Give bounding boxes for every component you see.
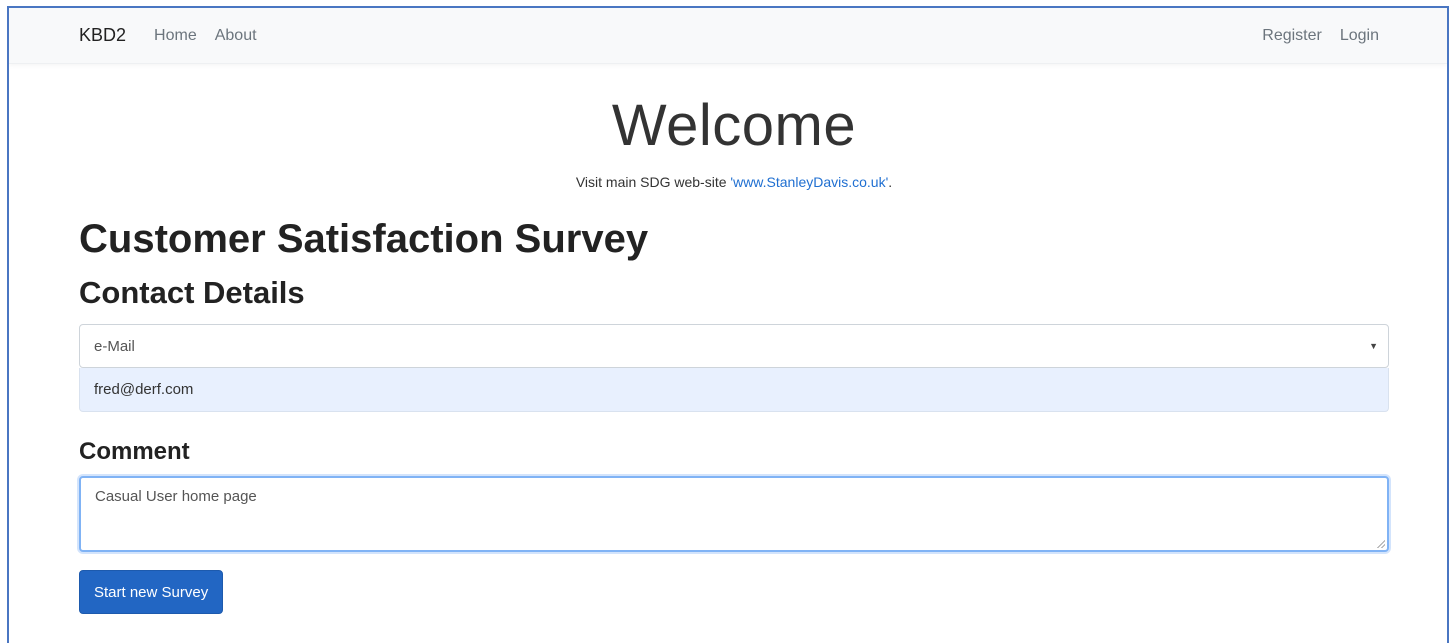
email-field[interactable]: fred@derf.com — [79, 368, 1389, 412]
browser-frame: KBD2 Home About Register Login Welcome V… — [7, 6, 1449, 643]
visit-suffix: . — [888, 174, 893, 190]
survey-title: Customer Satisfaction Survey — [79, 217, 649, 261]
contact-details-heading: Contact Details — [79, 275, 305, 310]
visit-prefix: Visit main SDG web-site — [575, 174, 731, 190]
nav-link-register[interactable]: Register — [1262, 27, 1322, 45]
start-new-survey-button[interactable]: Start new Survey — [79, 570, 224, 614]
main-content: Welcome Visit main SDG web-site 'www.Sta… — [9, 96, 1447, 614]
visit-line: Visit main SDG web-site 'www.StanleyDavi… — [79, 174, 1389, 190]
comment-textarea[interactable]: Casual User home page — [79, 476, 1389, 552]
nav-link-home[interactable]: Home — [154, 27, 197, 45]
navbar-brand[interactable]: KBD2 — [79, 25, 126, 46]
nav-link-login[interactable]: Login — [1340, 27, 1379, 45]
navbar: KBD2 Home About Register Login — [9, 8, 1447, 64]
contact-type-select[interactable]: e-Mail ▼ — [79, 324, 1389, 368]
comment-value: Casual User home page — [95, 488, 257, 505]
nav-link-about[interactable]: About — [215, 27, 257, 45]
comment-label: Comment — [79, 438, 190, 465]
email-value: fred@derf.com — [94, 381, 194, 398]
welcome-heading: Welcome — [611, 93, 857, 158]
contact-type-selected-value: e-Mail — [94, 337, 135, 355]
nav-right-group: Register Login — [1244, 27, 1379, 45]
stanleydavis-link[interactable]: 'www.StanleyDavis.co.uk' — [730, 174, 888, 190]
resize-handle-icon[interactable] — [1377, 540, 1385, 548]
dropdown-arrow-icon: ▼ — [1369, 341, 1378, 351]
